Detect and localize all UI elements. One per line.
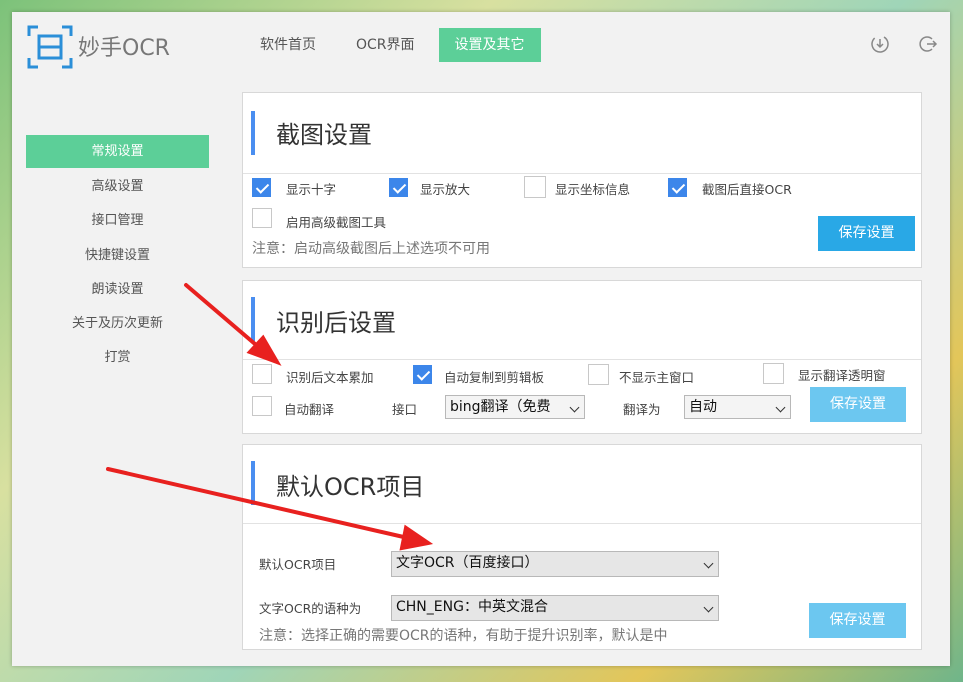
logout-icon[interactable] (918, 34, 938, 54)
show-zoom-label: 显示放大 (420, 182, 471, 197)
sidebar-item-general[interactable]: 常规设置 (26, 135, 209, 168)
ocr-language-note: 注意：选择正确的需要OCR的语种，有助于提升识别率，默认是中 (259, 628, 668, 644)
title-bar: 妙手OCR 软件首页 OCR界面 设置及其它 (12, 12, 950, 82)
panel-title: 默认OCR项目 (276, 473, 425, 501)
chevron-down-icon (569, 402, 580, 413)
show-coords-checkbox[interactable] (524, 176, 546, 198)
save-button[interactable]: 保存设置 (809, 603, 906, 638)
save-button[interactable]: 保存设置 (818, 216, 915, 251)
default-ocr-item-label: 默认OCR项目 (259, 557, 337, 572)
ocr-after-capture-label: 截图后直接OCR (702, 182, 792, 197)
chevron-down-icon (703, 558, 714, 569)
auto-copy-label: 自动复制到剪辑板 (444, 370, 545, 385)
app-name: 妙手OCR (78, 36, 170, 61)
translate-window-checkbox[interactable] (763, 363, 784, 384)
chevron-down-icon (703, 602, 714, 613)
translate-to-select-value: 自动 (689, 399, 717, 415)
accumulate-text-checkbox[interactable] (252, 364, 272, 384)
show-crosshair-checkbox[interactable] (252, 178, 271, 197)
app-window: 妙手OCR 软件首页 OCR界面 设置及其它 常规设置 高级设置 接口管理 快捷… (12, 12, 950, 666)
nav-settings[interactable]: 设置及其它 (438, 28, 541, 62)
nav-ocr[interactable]: OCR界面 (340, 28, 431, 62)
show-crosshair-label: 显示十字 (286, 182, 337, 197)
show-coords-label: 显示坐标信息 (555, 182, 631, 197)
translate-window-label: 显示翻译透明窗 (798, 368, 886, 383)
screenshot-note: 注意：启动高级截图后上述选项不可用 (252, 241, 490, 257)
advanced-capture-checkbox[interactable] (252, 208, 272, 228)
auto-translate-checkbox[interactable] (252, 396, 272, 416)
show-zoom-checkbox[interactable] (389, 178, 408, 197)
default-ocr-item-value: 文字OCR（百度接口） (396, 555, 539, 571)
panel-title: 截图设置 (276, 121, 372, 149)
accent-bar (251, 297, 255, 341)
api-label: 接口 (392, 402, 418, 417)
api-select-value: bing翻译（免费 (450, 399, 551, 415)
translate-to-select[interactable]: 自动 (684, 395, 791, 419)
download-icon[interactable] (870, 34, 890, 54)
advanced-capture-label: 启用高级截图工具 (286, 215, 387, 230)
sidebar-item-hotkeys[interactable]: 快捷键设置 (26, 239, 209, 272)
ocr-language-select[interactable]: CHN_ENG：中英文混合 (391, 595, 719, 621)
sidebar-item-about[interactable]: 关于及历次更新 (26, 307, 209, 340)
accent-bar (251, 461, 255, 505)
ocr-after-capture-checkbox[interactable] (668, 178, 687, 197)
nav-home[interactable]: 软件首页 (244, 28, 332, 62)
default-ocr-panel: 默认OCR项目 默认OCR项目 文字OCR（百度接口） 文字OCR的语种为 CH… (242, 444, 922, 650)
translate-to-label: 翻译为 (623, 402, 661, 417)
sidebar-item-advanced[interactable]: 高级设置 (26, 170, 209, 203)
top-nav: 软件首页 OCR界面 设置及其它 (244, 28, 541, 62)
app-logo-icon (27, 25, 73, 69)
post-recognition-panel: 识别后设置 识别后文本累加 自动复制到剪辑板 不显示主窗口 显示翻译透明窗 自动… (242, 280, 922, 434)
hide-main-window-checkbox[interactable] (588, 364, 609, 385)
sidebar-item-reading[interactable]: 朗读设置 (26, 273, 209, 306)
auto-translate-label: 自动翻译 (284, 402, 335, 417)
panel-header: 识别后设置 (243, 281, 921, 360)
hide-main-window-label: 不显示主窗口 (619, 370, 695, 385)
accent-bar (251, 111, 255, 155)
sidebar-item-donate[interactable]: 打赏 (26, 341, 209, 374)
sidebar: 常规设置 高级设置 接口管理 快捷键设置 朗读设置 关于及历次更新 打赏 (12, 86, 222, 666)
sidebar-item-api[interactable]: 接口管理 (26, 204, 209, 237)
api-select[interactable]: bing翻译（免费 (445, 395, 585, 419)
default-ocr-item-select[interactable]: 文字OCR（百度接口） (391, 551, 719, 577)
panel-title: 识别后设置 (276, 309, 396, 337)
ocr-language-value: CHN_ENG：中英文混合 (396, 599, 548, 615)
save-button[interactable]: 保存设置 (810, 387, 906, 422)
panel-header: 截图设置 (243, 93, 921, 174)
ocr-language-label: 文字OCR的语种为 (259, 601, 362, 616)
auto-copy-checkbox[interactable] (413, 365, 432, 384)
screenshot-settings-panel: 截图设置 显示十字 显示放大 显示坐标信息 截图后直接OCR 启用高级截图工具 … (242, 92, 922, 268)
accumulate-text-label: 识别后文本累加 (286, 370, 374, 385)
chevron-down-icon (775, 402, 786, 413)
panel-header: 默认OCR项目 (243, 445, 921, 524)
